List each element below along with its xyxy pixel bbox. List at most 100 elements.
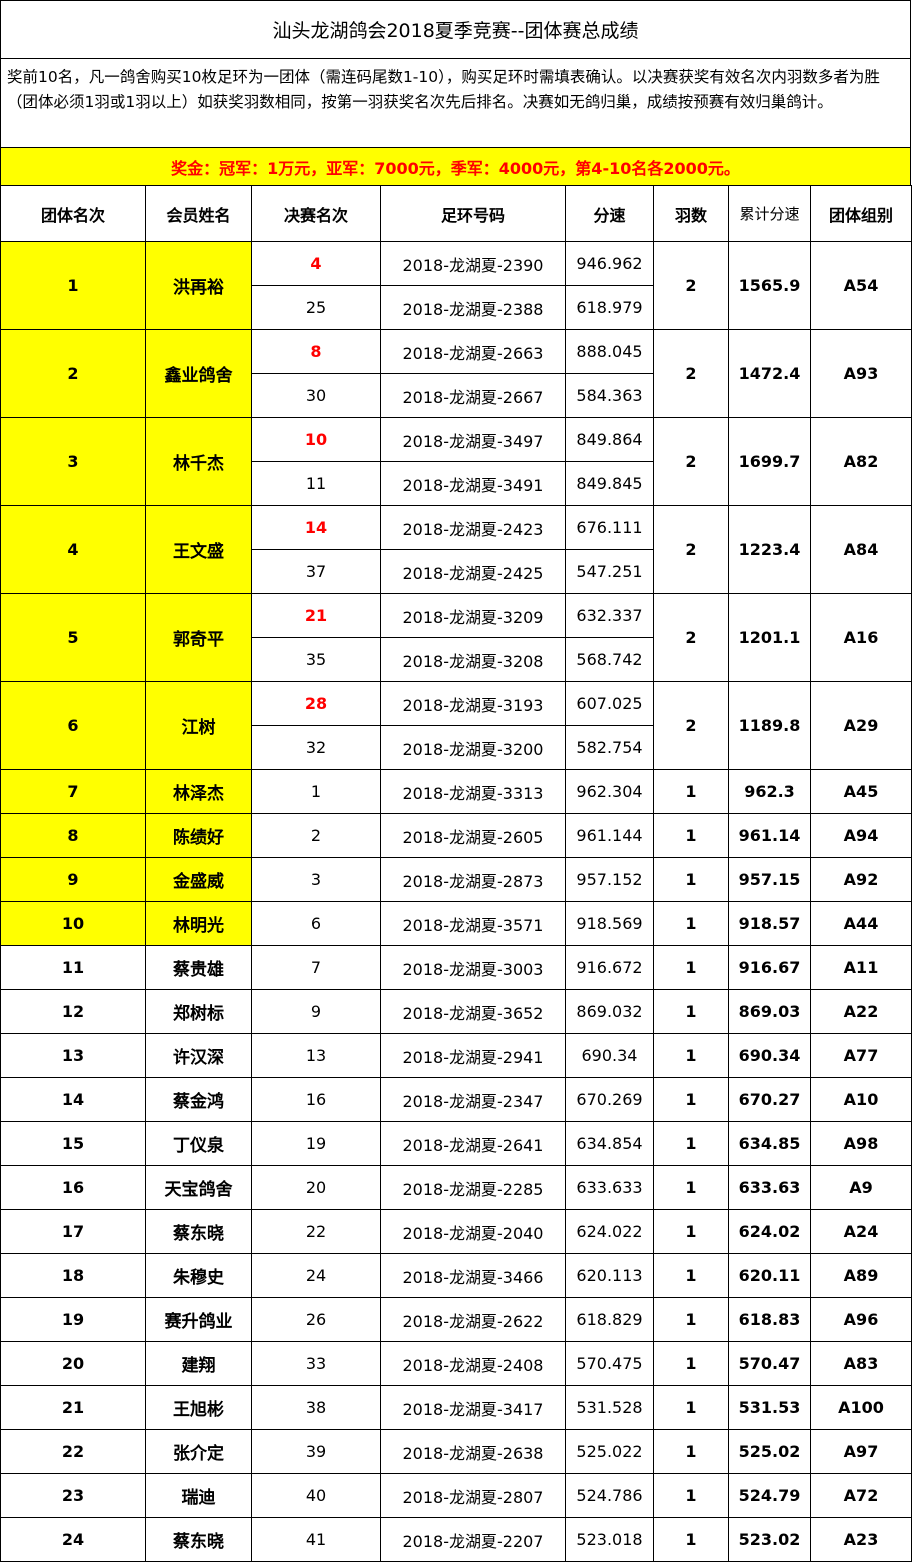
speed-cell: 624.022 xyxy=(565,1209,654,1254)
ring-number-cell: 2018-龙湖夏-3200 xyxy=(380,725,566,770)
table-row: 7 林泽杰 1 2018-龙湖夏-3313 962.304 1 962.3 A45 xyxy=(0,769,912,814)
member-name-cell: 张介定 xyxy=(145,1429,252,1474)
total-speed-cell: 1201.1 xyxy=(728,593,811,682)
bird-count-cell: 1 xyxy=(653,1121,729,1166)
final-rank-cell: 1 xyxy=(251,769,381,814)
member-name-cell: 陈绩好 xyxy=(145,813,252,858)
header-total-speed: 累计分速 xyxy=(728,185,811,242)
team-rank-cell: 10 xyxy=(0,901,146,946)
team-group-cell: A11 xyxy=(810,945,912,990)
member-name-cell: 鑫业鸽舍 xyxy=(145,329,252,418)
final-rank-cell: 38 xyxy=(251,1385,381,1430)
total-speed-cell: 634.85 xyxy=(728,1121,811,1166)
final-rank-cell: 6 xyxy=(251,901,381,946)
final-rank-cell: 16 xyxy=(251,1077,381,1122)
speed-cell: 607.025 xyxy=(565,681,654,726)
table-row: 19 赛升鸽业 26 2018-龙湖夏-2622 618.829 1 618.83 A96 xyxy=(0,1297,912,1342)
member-name-cell: 林泽杰 xyxy=(145,769,252,814)
team-rank-cell: 7 xyxy=(0,769,146,814)
header-team-rank: 团体名次 xyxy=(0,185,146,242)
final-rank-cell: 39 xyxy=(251,1429,381,1474)
header-ring-number: 足环号码 xyxy=(380,185,566,242)
ring-number-cell: 2018-龙湖夏-3571 xyxy=(380,901,566,946)
speed-cell: 547.251 xyxy=(565,549,654,594)
final-rank-cell: 8 xyxy=(251,329,381,374)
team-group-cell: A45 xyxy=(810,769,912,814)
member-name-cell: 王旭彬 xyxy=(145,1385,252,1430)
final-rank-cell: 10 xyxy=(251,417,381,462)
team-group-cell: A9 xyxy=(810,1165,912,1210)
total-speed-cell: 961.14 xyxy=(728,813,811,858)
speed-cell: 918.569 xyxy=(565,901,654,946)
team-group-cell: A84 xyxy=(810,505,912,594)
total-speed-cell: 869.03 xyxy=(728,989,811,1034)
speed-cell: 570.475 xyxy=(565,1341,654,1386)
final-rank-cell: 9 xyxy=(251,989,381,1034)
ring-number-cell: 2018-龙湖夏-2605 xyxy=(380,813,566,858)
ring-number-cell: 2018-龙湖夏-2390 xyxy=(380,241,566,286)
final-rank-cell: 22 xyxy=(251,1209,381,1254)
table-row: 18 朱穆史 24 2018-龙湖夏-3466 620.113 1 620.11 A89 xyxy=(0,1253,912,1298)
team-group-cell: A83 xyxy=(810,1341,912,1386)
bird-count-cell: 2 xyxy=(653,329,729,418)
member-name-cell: 丁仪泉 xyxy=(145,1121,252,1166)
total-speed-cell: 916.67 xyxy=(728,945,811,990)
team-group-cell: A44 xyxy=(810,901,912,946)
final-rank-cell: 2 xyxy=(251,813,381,858)
header-row: 团体名次 会员姓名 决赛名次 足环号码 分速 羽数 累计分速 团体组别 xyxy=(0,185,912,242)
team-group-cell: A10 xyxy=(810,1077,912,1122)
team-rank-cell: 22 xyxy=(0,1429,146,1474)
team-group-cell: A93 xyxy=(810,329,912,418)
speed-cell: 582.754 xyxy=(565,725,654,770)
team-rank-cell: 2 xyxy=(0,329,146,418)
ring-number-cell: 2018-龙湖夏-3313 xyxy=(380,769,566,814)
bird-count-cell: 1 xyxy=(653,945,729,990)
bird-count-cell: 2 xyxy=(653,593,729,682)
team-rank-cell: 20 xyxy=(0,1341,146,1386)
member-name-cell: 蔡东晓 xyxy=(145,1209,252,1254)
bird-count-cell: 1 xyxy=(653,1297,729,1342)
speed-cell: 568.742 xyxy=(565,637,654,682)
total-speed-cell: 918.57 xyxy=(728,901,811,946)
team-rank-cell: 6 xyxy=(0,681,146,770)
team-group-cell: A100 xyxy=(810,1385,912,1430)
team-rank-cell: 8 xyxy=(0,813,146,858)
member-name-cell: 林千杰 xyxy=(145,417,252,506)
ring-number-cell: 2018-龙湖夏-2667 xyxy=(380,373,566,418)
speed-cell: 962.304 xyxy=(565,769,654,814)
speed-cell: 888.045 xyxy=(565,329,654,374)
member-name-cell: 蔡贵雄 xyxy=(145,945,252,990)
final-rank-cell: 19 xyxy=(251,1121,381,1166)
bird-count-cell: 2 xyxy=(653,681,729,770)
results-sheet: 汕头龙湖鸽会2018夏季竞赛--团体赛总成绩 奖前10名，凡一鸽舍购买10枚足环… xyxy=(0,0,912,1562)
team-group-cell: A82 xyxy=(810,417,912,506)
ring-number-cell: 2018-龙湖夏-3208 xyxy=(380,637,566,682)
ring-number-cell: 2018-龙湖夏-3003 xyxy=(380,945,566,990)
ring-number-cell: 2018-龙湖夏-2638 xyxy=(380,1429,566,1474)
bird-count-cell: 1 xyxy=(653,1077,729,1122)
team-rank-cell: 3 xyxy=(0,417,146,506)
team-group-cell: A22 xyxy=(810,989,912,1034)
final-rank-cell: 3 xyxy=(251,857,381,902)
ring-number-cell: 2018-龙湖夏-2622 xyxy=(380,1297,566,1342)
team-rank-cell: 23 xyxy=(0,1473,146,1518)
table-row: 5 郭奇平 21 2018-龙湖夏-3209 632.337 2 1201.1 A16 xyxy=(0,593,912,682)
ring-number-cell: 2018-龙湖夏-2807 xyxy=(380,1473,566,1518)
final-rank-cell: 33 xyxy=(251,1341,381,1386)
final-rank-cell: 32 xyxy=(251,725,381,770)
team-rank-cell: 15 xyxy=(0,1121,146,1166)
header-final-rank: 决赛名次 xyxy=(251,185,381,242)
header-team-group: 团体组别 xyxy=(810,185,912,242)
team-group-cell: A94 xyxy=(810,813,912,858)
results-body: 1 洪再裕 4 2018-龙湖夏-2390 946.962 2 1565.9 A54 25 201… xyxy=(0,241,912,1562)
total-speed-cell: 1189.8 xyxy=(728,681,811,770)
final-rank-cell: 7 xyxy=(251,945,381,990)
table-row: 15 丁仪泉 19 2018-龙湖夏-2641 634.854 1 634.85 A98 xyxy=(0,1121,912,1166)
final-rank-cell: 13 xyxy=(251,1033,381,1078)
team-group-cell: A92 xyxy=(810,857,912,902)
member-name-cell: 林明光 xyxy=(145,901,252,946)
team-rank-cell: 5 xyxy=(0,593,146,682)
member-name-cell: 王文盛 xyxy=(145,505,252,594)
ring-number-cell: 2018-龙湖夏-3497 xyxy=(380,417,566,462)
final-rank-cell: 30 xyxy=(251,373,381,418)
